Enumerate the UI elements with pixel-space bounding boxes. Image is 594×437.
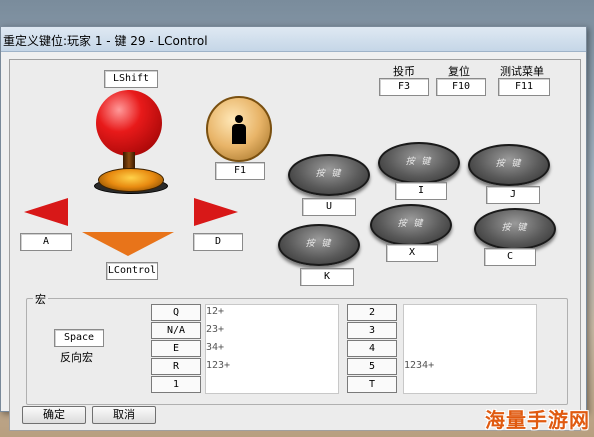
button-k-icon[interactable]: 按 键	[278, 224, 360, 266]
button-k-key[interactable]: K	[300, 268, 354, 286]
macro-line: 12+	[206, 306, 225, 317]
macro-line: 1234+	[404, 360, 435, 371]
macro-right-key[interactable]: 2	[347, 304, 397, 321]
joystick-up-key[interactable]: LShift	[104, 70, 158, 88]
macro-right-key[interactable]: 3	[347, 322, 397, 339]
person-key[interactable]: F1	[215, 162, 265, 180]
button-x-key[interactable]: X	[386, 244, 438, 262]
remap-dialog: 重定义键位:玩家 1 - 键 29 - LControl LShift A D …	[0, 26, 587, 431]
macro-key[interactable]: Space	[54, 329, 104, 347]
macro-right-key[interactable]: T	[347, 376, 397, 393]
reset-key[interactable]: F10	[436, 78, 486, 96]
left-arrow-icon[interactable]	[24, 198, 68, 226]
macro-line: 34+	[206, 342, 225, 353]
down-arrow-icon[interactable]	[82, 232, 174, 256]
macro-right-key[interactable]: 4	[347, 340, 397, 357]
ok-button[interactable]: 确定	[22, 406, 86, 424]
joystick-right-key[interactable]: D	[193, 233, 243, 251]
person-icon[interactable]	[206, 96, 272, 162]
macro-line: 23+	[206, 324, 225, 335]
title-bar: 重定义键位:玩家 1 - 键 29 - LControl	[1, 27, 586, 52]
button-j-key[interactable]: J	[486, 186, 540, 204]
macro-group: 宏 Space 反向宏 Q N/A E R 1 12+ 23+ 34+ 123+…	[26, 291, 568, 405]
right-arrow-icon[interactable]	[194, 198, 238, 226]
button-u-key[interactable]: U	[302, 198, 356, 216]
coin-label: 投币	[393, 65, 415, 78]
dialog-body: LShift A D LControl F1 投币 F3 复位 F10 测试菜单…	[9, 59, 581, 431]
macro-left-key[interactable]: R	[151, 358, 201, 375]
joystick-down-key[interactable]: LControl	[106, 262, 158, 280]
macro-title: 宏	[33, 291, 48, 307]
macro-left-key[interactable]: Q	[151, 304, 201, 321]
cancel-button[interactable]: 取消	[92, 406, 156, 424]
test-menu-key[interactable]: F11	[498, 78, 550, 96]
button-i-icon[interactable]: 按 键	[378, 142, 460, 184]
button-x-icon[interactable]: 按 键	[370, 204, 452, 246]
macro-left-key[interactable]: 1	[151, 376, 201, 393]
button-j-icon[interactable]: 按 键	[468, 144, 550, 186]
coin-key[interactable]: F3	[379, 78, 429, 96]
macro-right-sequence[interactable]: 1234+	[403, 304, 537, 394]
button-c-key[interactable]: C	[484, 248, 536, 266]
reverse-macro-label: 反向宏	[60, 351, 93, 364]
macro-left-key[interactable]: N/A	[151, 322, 201, 339]
joystick-base-icon	[98, 168, 164, 192]
reset-label: 复位	[448, 65, 470, 78]
macro-left-sequence[interactable]: 12+ 23+ 34+ 123+	[205, 304, 339, 394]
watermark-logo: 海量手游网	[485, 408, 590, 432]
button-i-key[interactable]: I	[395, 182, 447, 200]
button-u-icon[interactable]: 按 键	[288, 154, 370, 196]
macro-right-key[interactable]: 5	[347, 358, 397, 375]
macro-line: 123+	[206, 360, 231, 371]
test-menu-label: 测试菜单	[500, 65, 544, 78]
joystick-ball-icon	[96, 90, 162, 156]
button-c-icon[interactable]: 按 键	[474, 208, 556, 250]
macro-left-key[interactable]: E	[151, 340, 201, 357]
joystick-left-key[interactable]: A	[20, 233, 72, 251]
window-title: 重定义键位:玩家 1 - 键 29 - LControl	[3, 34, 208, 48]
